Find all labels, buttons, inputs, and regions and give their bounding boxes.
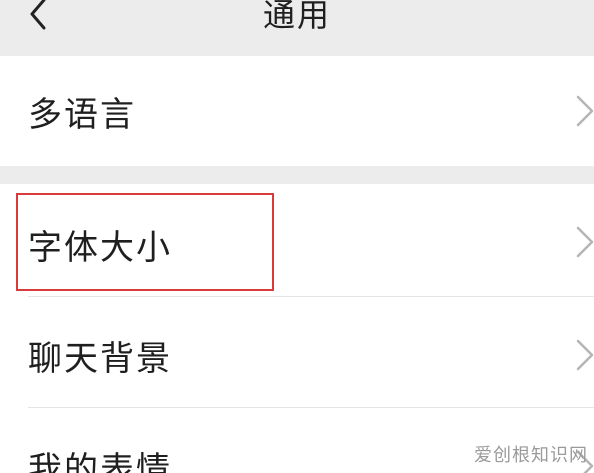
chevron-right-icon [576, 339, 594, 371]
general-settings-screen: 通用 多语言 字体大小 聊天背景 我的表情 爱创根知识网 [0, 0, 594, 473]
settings-item-label: 聊天背景 [28, 339, 172, 379]
watermark: 爱创根知识网 [474, 445, 588, 466]
settings-item-multilanguage[interactable]: 多语言 [0, 56, 594, 166]
section-gap [0, 166, 594, 184]
settings-item-chat-background[interactable]: 聊天背景 [0, 297, 594, 407]
settings-item-font-size[interactable]: 字体大小 [0, 184, 594, 296]
settings-item-label: 多语言 [28, 95, 136, 135]
settings-item-label: 字体大小 [28, 228, 172, 268]
nav-header: 通用 [0, 0, 594, 56]
page-title: 通用 [262, 0, 331, 34]
chevron-right-icon [576, 226, 594, 258]
settings-item-label: 我的表情 [28, 450, 172, 473]
chevron-right-icon [576, 95, 594, 127]
